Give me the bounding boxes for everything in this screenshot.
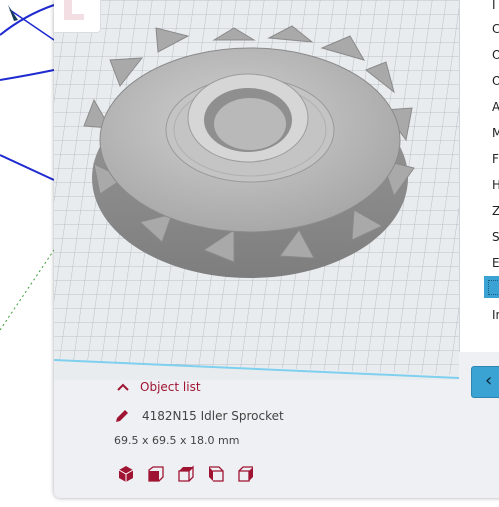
collapse-panel-button[interactable]: ‹ xyxy=(471,366,499,398)
side-menu-item[interactable]: I xyxy=(492,0,499,16)
side-menu-item[interactable]: E xyxy=(492,252,499,274)
app-window: I C O O A M F H Z S E In ‹ Object list 4… xyxy=(54,0,499,498)
pencil-icon[interactable] xyxy=(114,408,130,424)
side-menu-item[interactable]: H xyxy=(492,174,499,196)
side-menu-item[interactable]: O xyxy=(492,70,499,92)
top-view-icon[interactable] xyxy=(176,464,196,484)
side-menu-item-selected[interactable] xyxy=(484,276,499,298)
chevron-up-icon[interactable] xyxy=(116,382,130,392)
right-view-icon[interactable] xyxy=(236,464,256,484)
side-menu-item[interactable]: C xyxy=(492,18,499,40)
object-list-toggle[interactable]: Object list xyxy=(140,380,201,394)
side-menu-item[interactable]: In xyxy=(492,304,499,326)
chevron-left-icon: ‹ xyxy=(485,370,493,391)
side-menu-item[interactable]: O xyxy=(492,44,499,66)
object-dimensions: 69.5 x 69.5 x 18.0 mm xyxy=(114,434,240,447)
3d-view-icon[interactable] xyxy=(116,464,136,484)
front-view-icon[interactable] xyxy=(146,464,166,484)
side-menu-item[interactable]: Z xyxy=(492,200,499,222)
side-menu-item[interactable]: F xyxy=(492,148,499,170)
side-menu-item[interactable]: M xyxy=(492,122,499,144)
side-menu-item[interactable]: A xyxy=(492,96,499,118)
left-view-icon[interactable] xyxy=(206,464,226,484)
preview-thumbnail[interactable] xyxy=(54,0,101,33)
side-menu-panel: I C O O A M F H Z S E In xyxy=(459,0,499,352)
select-icon xyxy=(488,280,499,295)
3d-viewport[interactable] xyxy=(54,0,459,380)
side-menu-item[interactable]: S xyxy=(492,226,499,248)
object-name: 4182N15 Idler Sprocket xyxy=(142,409,284,423)
